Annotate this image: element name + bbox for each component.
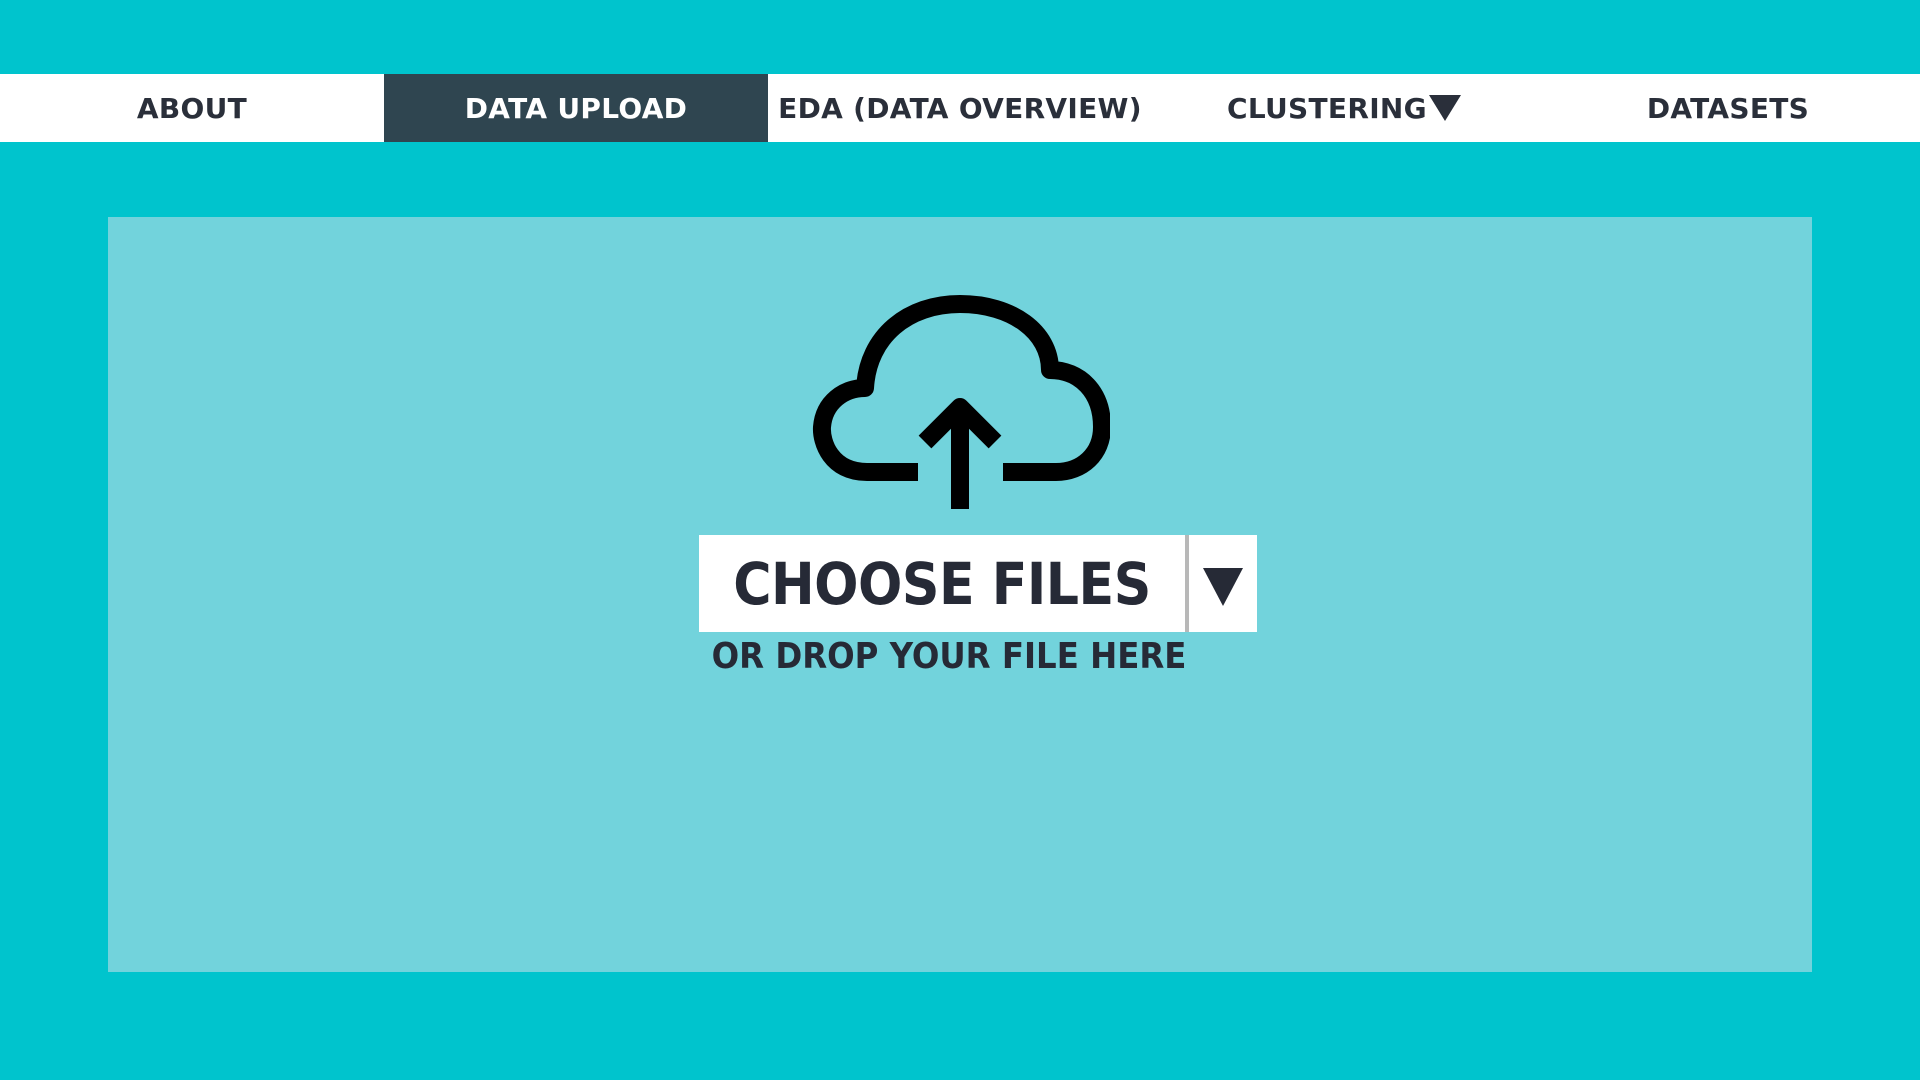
nav-tab-data-upload-label: DATA UPLOAD xyxy=(464,91,688,125)
choose-files-dropdown-button[interactable] xyxy=(1189,535,1257,632)
nav-tab-clustering-label: CLUSTERING xyxy=(1227,91,1427,125)
nav-tab-about[interactable]: ABOUT xyxy=(0,74,384,142)
nav-tab-datasets-label: DATASETS xyxy=(1646,91,1810,125)
nav-tab-eda-label: EDA (DATA OVERVIEW) xyxy=(778,91,1142,125)
nav-tab-data-upload[interactable]: DATA UPLOAD xyxy=(384,74,768,142)
nav-tab-clustering[interactable]: CLUSTERING xyxy=(1152,74,1536,142)
choose-files-control: CHOOSE FILES xyxy=(699,535,1257,632)
choose-files-button[interactable]: CHOOSE FILES xyxy=(699,535,1185,632)
drop-file-hint: OR DROP YOUR FILE HERE xyxy=(711,636,1187,677)
nav-tab-eda[interactable]: EDA (DATA OVERVIEW) xyxy=(768,74,1152,142)
top-navbar: ABOUT DATA UPLOAD EDA (DATA OVERVIEW) CL… xyxy=(0,74,1920,142)
cloud-upload-icon xyxy=(812,295,1110,509)
triangle-down-icon xyxy=(1203,567,1243,606)
nav-tab-datasets[interactable]: DATASETS xyxy=(1536,74,1920,142)
caret-down-icon xyxy=(1428,95,1461,121)
choose-files-label: CHOOSE FILES xyxy=(733,549,1151,618)
nav-tab-about-label: ABOUT xyxy=(136,91,248,125)
